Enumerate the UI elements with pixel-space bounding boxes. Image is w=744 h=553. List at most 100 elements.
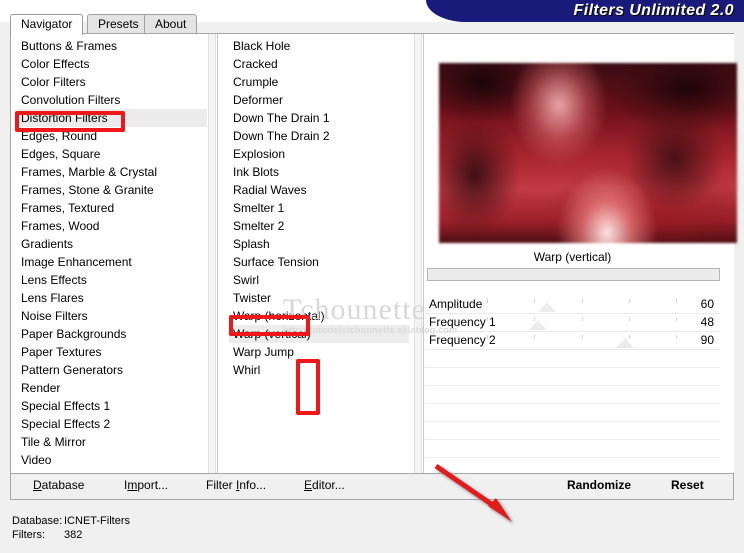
preview-image bbox=[439, 63, 737, 243]
status-filters-value: 382 bbox=[64, 529, 83, 541]
slider-tick bbox=[676, 317, 677, 321]
category-list-scrollbar[interactable] bbox=[208, 34, 216, 473]
filter-list-item[interactable]: Crumple bbox=[229, 73, 409, 91]
status-database-label: Database: bbox=[12, 515, 63, 527]
preset-slider-bar[interactable] bbox=[427, 268, 720, 281]
slider-tick bbox=[676, 335, 677, 339]
filter-list-item[interactable]: Deformer bbox=[229, 91, 409, 109]
parameter-row-empty bbox=[425, 368, 720, 386]
category-list-item[interactable]: Edges, Round bbox=[17, 127, 207, 145]
editor-button[interactable]: Editor... bbox=[304, 478, 345, 492]
filters-unlimited-window: Filters Unlimited 2.0 Navigator Presets … bbox=[0, 0, 744, 553]
filter-list-item[interactable]: Warp (horizontal) bbox=[229, 307, 409, 325]
parameter-name: Frequency 1 bbox=[429, 315, 496, 329]
tab-navigator[interactable]: Navigator bbox=[10, 14, 84, 35]
slider-thumb[interactable] bbox=[538, 302, 557, 312]
slider-tick bbox=[581, 335, 583, 339]
column-divider-2 bbox=[423, 34, 424, 473]
parameter-row-empty bbox=[425, 350, 720, 368]
category-list-item[interactable]: Lens Flares bbox=[17, 289, 207, 307]
category-list-item[interactable]: Frames, Stone & Granite bbox=[17, 181, 207, 199]
category-list-item[interactable]: Tile & Mirror bbox=[17, 433, 207, 451]
database-button[interactable]: Database bbox=[33, 478, 84, 492]
category-list-item[interactable]: Gradients bbox=[17, 235, 207, 253]
parameter-row-empty bbox=[425, 404, 720, 422]
category-list-item[interactable]: Lens Effects bbox=[17, 271, 207, 289]
filter-list-item[interactable]: Down The Drain 1 bbox=[229, 109, 409, 127]
category-list-item[interactable]: Frames, Wood bbox=[17, 217, 207, 235]
category-list-item[interactable]: Frames, Marble & Crystal bbox=[17, 163, 207, 181]
slider-tick bbox=[487, 299, 488, 303]
parameter-row[interactable]: Frequency 2 90 bbox=[425, 332, 720, 350]
parameter-table: Amplitude 60 Frequency 1 48 Frequency 2 90 bbox=[425, 296, 720, 458]
filter-list-item[interactable]: Warp (vertical) bbox=[229, 325, 409, 343]
database-button-label: atabase bbox=[41, 478, 85, 492]
filter-info-button-label: nfo... bbox=[239, 478, 267, 492]
navigator-panel: Buttons & Frames Color Effects Color Filte… bbox=[10, 33, 737, 474]
category-list-item[interactable]: Color Effects bbox=[17, 55, 207, 73]
slider-tick bbox=[628, 317, 630, 321]
preview-image-container[interactable] bbox=[439, 63, 737, 243]
category-list-item[interactable]: Paper Textures bbox=[17, 343, 207, 361]
category-list-item[interactable]: Render bbox=[17, 379, 207, 397]
category-list-item[interactable]: Distortion Filters bbox=[17, 109, 207, 127]
status-bar: Database:ICNET-Filters Filters:382 Apply… bbox=[0, 506, 744, 553]
category-list-item[interactable]: Image Enhancement bbox=[17, 253, 207, 271]
filter-list-item[interactable]: Radial Waves bbox=[229, 181, 409, 199]
parameter-name: Frequency 2 bbox=[429, 333, 496, 347]
category-list-item[interactable]: Frames, Textured bbox=[17, 199, 207, 217]
filter-list-item[interactable]: Warp Jump bbox=[229, 343, 409, 361]
filter-list-item[interactable]: Explosion bbox=[229, 145, 409, 163]
tab-strip: Navigator Presets About bbox=[10, 14, 734, 35]
parameter-name: Amplitude bbox=[429, 297, 483, 311]
secondary-toolbar: Database Import... Filter Info... Editor… bbox=[10, 474, 734, 500]
preview-pane: Warp (vertical) Amplitude 60 Frequency 1 48… bbox=[425, 34, 737, 473]
category-list-item[interactable]: Noise Filters bbox=[17, 307, 207, 325]
editor-button-label: ditor... bbox=[312, 478, 345, 492]
status-filters-label: Filters: bbox=[12, 529, 45, 541]
category-list-item[interactable]: Special Effects 2 bbox=[17, 415, 207, 433]
filter-list-item[interactable]: Whirl bbox=[229, 361, 409, 379]
filter-list-item[interactable]: Down The Drain 2 bbox=[229, 127, 409, 145]
slider-thumb[interactable] bbox=[529, 320, 548, 330]
tab-about[interactable]: About bbox=[144, 14, 198, 34]
parameter-value: 90 bbox=[700, 333, 714, 347]
parameter-slider[interactable] bbox=[487, 299, 677, 312]
slider-thumb[interactable] bbox=[615, 338, 634, 348]
parameter-row[interactable]: Frequency 1 48 bbox=[425, 314, 720, 332]
filter-list-item[interactable]: Smelter 2 bbox=[229, 217, 409, 235]
parameter-row-empty bbox=[425, 386, 720, 404]
tab-presets[interactable]: Presets bbox=[87, 14, 150, 34]
parameter-row-empty bbox=[425, 422, 720, 440]
parameter-slider[interactable] bbox=[487, 335, 677, 348]
randomize-button[interactable]: Randomize bbox=[567, 478, 631, 492]
import-button[interactable]: Import... bbox=[124, 478, 168, 492]
filter-list-item[interactable]: Splash bbox=[229, 235, 409, 253]
filter-list-item[interactable]: Ink Blots bbox=[229, 163, 409, 181]
filter-list-item[interactable]: Twister bbox=[229, 289, 409, 307]
category-list-item[interactable]: Buttons & Frames bbox=[17, 37, 207, 55]
category-list-item[interactable]: Pattern Generators bbox=[17, 361, 207, 379]
category-list[interactable]: Buttons & Frames Color Effects Color Filte… bbox=[17, 37, 207, 469]
slider-tick bbox=[676, 299, 677, 303]
category-list-item[interactable]: Convolution Filters bbox=[17, 91, 207, 109]
filter-list-item[interactable]: Black Hole bbox=[229, 37, 409, 55]
category-list-item[interactable]: Paper Backgrounds bbox=[17, 325, 207, 343]
reset-button[interactable]: Reset bbox=[671, 478, 704, 492]
category-list-item[interactable]: Edges, Square bbox=[17, 145, 207, 163]
filter-info-button[interactable]: Filter Info... bbox=[206, 478, 266, 492]
filter-list-item[interactable]: Swirl bbox=[229, 271, 409, 289]
filter-list-item[interactable]: Cracked bbox=[229, 55, 409, 73]
slider-tick bbox=[581, 299, 583, 303]
category-list-item[interactable]: Special Effects 1 bbox=[17, 397, 207, 415]
filter-list[interactable]: Black Hole Cracked Crumple Deformer Down The… bbox=[229, 37, 409, 379]
slider-tick bbox=[534, 335, 536, 339]
category-list-item[interactable]: Video bbox=[17, 451, 207, 469]
parameter-row-empty bbox=[425, 440, 720, 458]
filter-list-item[interactable]: Smelter 1 bbox=[229, 199, 409, 217]
parameter-row[interactable]: Amplitude 60 bbox=[425, 296, 720, 314]
parameter-slider[interactable] bbox=[487, 317, 677, 330]
filter-list-item[interactable]: Surface Tension bbox=[229, 253, 409, 271]
filter-list-scrollbar[interactable] bbox=[414, 34, 422, 473]
category-list-item[interactable]: Color Filters bbox=[17, 73, 207, 91]
